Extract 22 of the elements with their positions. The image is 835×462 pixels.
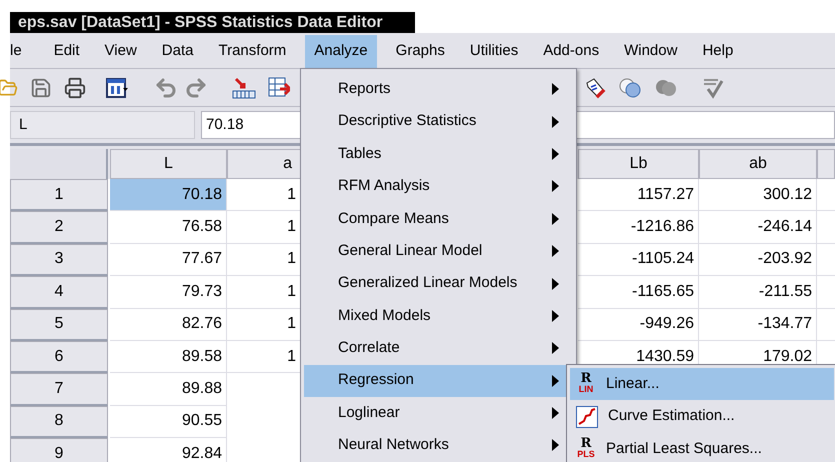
table-cell: 1157.27 (578, 179, 699, 212)
window-title: eps.sav [DataSet1] - SPSS Statistics Data Editor (10, 12, 415, 33)
table-cell: -1105.24 (578, 244, 699, 276)
table-cell: -1216.86 (578, 211, 699, 244)
table-cell: 300.12 (699, 179, 817, 212)
table-cell: -246.14 (699, 211, 817, 244)
table-cell: 77.67 (110, 244, 227, 276)
table-cell: -203.92 (699, 244, 817, 276)
table-cell: 89.58 (110, 340, 227, 374)
table-cell: 76.58 (110, 211, 227, 244)
table-cell: 1 (227, 308, 303, 341)
table-cell: 82.76 (110, 308, 227, 341)
table-cell: -949.26 (578, 308, 699, 341)
table-cell: 70.18 (110, 179, 227, 212)
table-cell: 90.55 (110, 406, 227, 438)
table-cell: -1165.65 (578, 276, 699, 309)
r-icon: R LIN (576, 372, 596, 396)
table-cell: 89.88 (110, 373, 227, 406)
r-icon: R PLS (576, 436, 596, 461)
table-cell: 79.73 (110, 276, 227, 309)
table-cell: -134.77 (699, 308, 817, 341)
table-cell: -211.55 (699, 276, 817, 309)
